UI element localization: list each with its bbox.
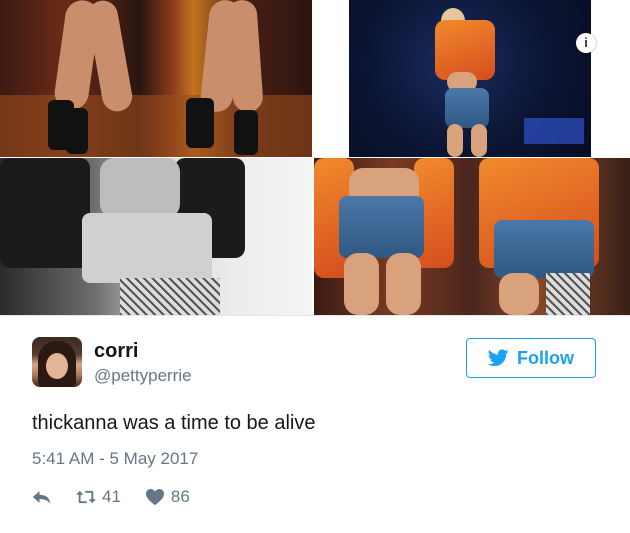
like-count: 86	[170, 487, 190, 506]
media-collage[interactable]: i	[0, 0, 630, 315]
shorts-shape	[82, 213, 212, 283]
leg-shape	[471, 124, 487, 157]
boot-shape	[186, 98, 214, 148]
boot-shape	[66, 108, 88, 154]
leg-shape	[447, 124, 463, 157]
tweet-text: thickanna was a time to be alive	[32, 412, 316, 434]
shorts-shape	[445, 88, 489, 128]
user-handle[interactable]: @pettyperrie	[94, 366, 192, 386]
shorts-shape	[494, 220, 594, 278]
tweet-timestamp[interactable]: 5:41 AM - 5 May 2017	[32, 449, 198, 469]
midriff-shape	[100, 158, 180, 218]
follow-label: Follow	[517, 347, 574, 368]
leg-shape	[226, 0, 264, 113]
info-icon[interactable]: i	[576, 33, 596, 53]
photo-1[interactable]	[0, 0, 312, 157]
reply-button[interactable]	[32, 488, 52, 506]
tweet-card: corri @pettyperrie Follow thickanna was …	[0, 315, 630, 533]
leg-shape	[386, 253, 421, 315]
follow-button[interactable]: Follow	[466, 338, 596, 378]
tweet-actions: 41 86	[32, 485, 214, 509]
stage-light	[524, 118, 584, 144]
jacket-shape	[0, 158, 90, 268]
photo-2[interactable]	[349, 0, 591, 157]
jacket-shape	[435, 20, 495, 80]
shorts-shape	[339, 196, 424, 258]
avatar[interactable]	[32, 337, 82, 387]
twitter-bird-icon	[488, 349, 509, 367]
photo-4[interactable]	[314, 158, 630, 315]
retweet-button[interactable]: 41	[76, 487, 121, 507]
fishnet-shape	[120, 278, 220, 315]
photo-3[interactable]	[0, 158, 312, 315]
leg-shape	[499, 273, 539, 315]
display-name[interactable]: corri	[94, 340, 138, 363]
boot-shape	[234, 110, 258, 155]
heart-icon	[145, 488, 164, 506]
leg-shape	[344, 253, 379, 315]
fishnet-shape	[546, 273, 590, 315]
face-shape	[46, 353, 68, 379]
like-button[interactable]: 86	[145, 487, 190, 507]
retweet-count: 41	[102, 487, 121, 506]
stage-floor	[0, 95, 312, 157]
reply-icon	[32, 491, 51, 504]
retweet-icon	[76, 490, 96, 504]
